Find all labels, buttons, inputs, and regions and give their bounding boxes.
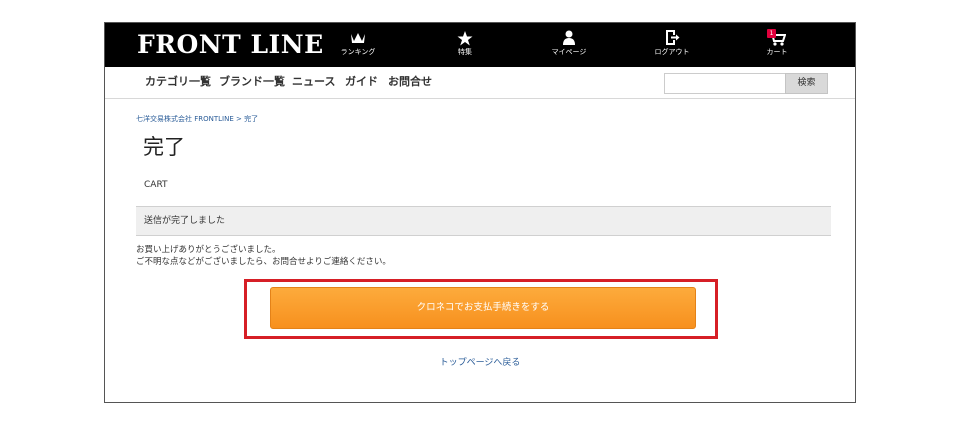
nav-feature[interactable]: 特集 [430, 28, 500, 62]
back-to-top-link[interactable]: トップページへ戻る [105, 357, 855, 369]
crown-icon [351, 33, 365, 43]
nav-mypage-label: マイページ [551, 48, 587, 56]
kuroneko-payment-button[interactable]: クロネコでお支払手続きをする [270, 287, 696, 329]
nav-link-guide[interactable]: ガイド [345, 75, 378, 89]
nav-link-contact[interactable]: お問合せ [388, 75, 432, 89]
section-label: CART [144, 180, 168, 190]
category-nav: カテゴリ一覧 ブランド一覧 ニュース ガイド お問合せ 検索 [105, 67, 855, 99]
nav-link-brands[interactable]: ブランド一覧 [219, 75, 285, 89]
completion-notice: 送信が完了しました [136, 206, 831, 236]
browser-frame: FRONT LINE ランキング 特集 マイページ ログアウト 1 カート カテ… [104, 22, 856, 403]
nav-cart[interactable]: 1 カート [742, 28, 812, 62]
nav-feature-label: 特集 [458, 48, 472, 56]
site-logo[interactable]: FRONT LINE [137, 29, 324, 61]
page-title: 完了 [143, 135, 185, 159]
star-icon [457, 31, 473, 46]
search-input[interactable] [664, 73, 786, 94]
nav-logout[interactable]: ログアウト [637, 28, 707, 62]
logout-icon [666, 30, 680, 45]
thank-you-message: お買い上げありがとうございました。 ご不明な点などがございましたら、お問合せより… [136, 244, 391, 268]
thank-you-line-2: ご不明な点などがございましたら、お問合せよりご連絡ください。 [136, 257, 391, 267]
site-header: FRONT LINE ランキング 特集 マイページ ログアウト 1 カート [105, 23, 855, 67]
nav-ranking-label: ランキング [340, 48, 376, 56]
cart-count-badge: 1 [767, 29, 776, 38]
nav-logout-label: ログアウト [654, 48, 690, 56]
search-button[interactable]: 検索 [785, 73, 828, 94]
nav-cart-label: カート [766, 48, 788, 56]
nav-link-categories[interactable]: カテゴリ一覧 [145, 75, 211, 89]
nav-ranking[interactable]: ランキング [323, 28, 393, 62]
nav-link-news[interactable]: ニュース [292, 75, 335, 89]
breadcrumb[interactable]: 七洋交易株式会社 FRONTLINE > 完了 [136, 114, 258, 124]
nav-mypage[interactable]: マイページ [534, 28, 604, 62]
user-icon [563, 30, 575, 45]
thank-you-line-1: お買い上げありがとうございました。 [136, 245, 281, 255]
